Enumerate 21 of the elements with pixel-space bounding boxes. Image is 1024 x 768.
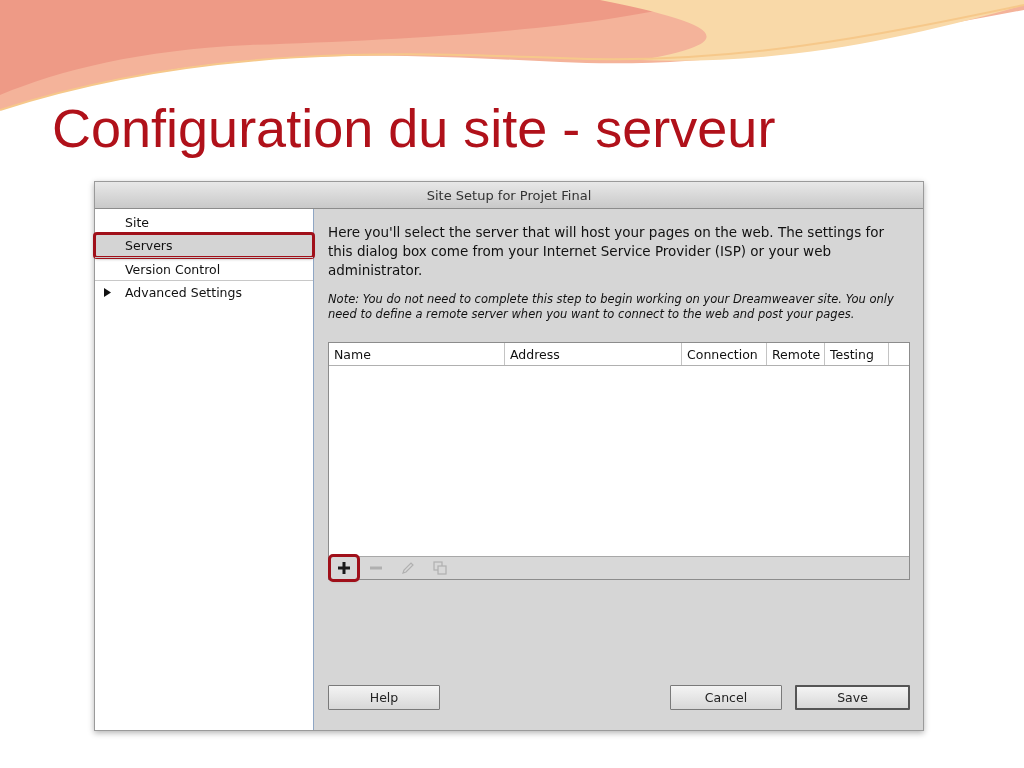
column-header[interactable]: Testing [825, 343, 889, 365]
column-header[interactable]: Address [505, 343, 682, 365]
dialog-button[interactable]: Save [795, 685, 910, 710]
column-header[interactable]: Name [329, 343, 505, 365]
column-header[interactable]: Connection [682, 343, 767, 365]
add-server-button[interactable] [331, 557, 357, 579]
slide-title: Configuration du site - serveur [52, 97, 776, 160]
sidebar-item[interactable]: Servers [95, 234, 313, 257]
dialog-button[interactable]: Cancel [670, 685, 782, 710]
dialog-button[interactable]: Help [328, 685, 440, 710]
disclosure-triangle-icon[interactable] [103, 287, 112, 297]
sidebar-item[interactable]: Site [95, 211, 313, 234]
note-text: Note: You do not need to complete this step to begin working on your Dreamweaver site. You only need to define a remote server when you want to connect to the web and post your pages. [328, 292, 895, 322]
plus-icon [337, 561, 351, 575]
column-header[interactable]: Remote [767, 343, 825, 365]
dialog-title: Site Setup for Projet Final [95, 182, 923, 209]
sidebar-item[interactable]: Advanced Settings [95, 280, 313, 303]
duplicate-icon [433, 561, 447, 575]
intro-text: Here you'll select the server that will host your pages on the web. The settings for this dialog box come from your Internet Service Provider (ISP) or your web administrator. [328, 223, 886, 280]
sidebar-item[interactable]: Version Control [95, 257, 313, 280]
pencil-icon [401, 561, 415, 575]
